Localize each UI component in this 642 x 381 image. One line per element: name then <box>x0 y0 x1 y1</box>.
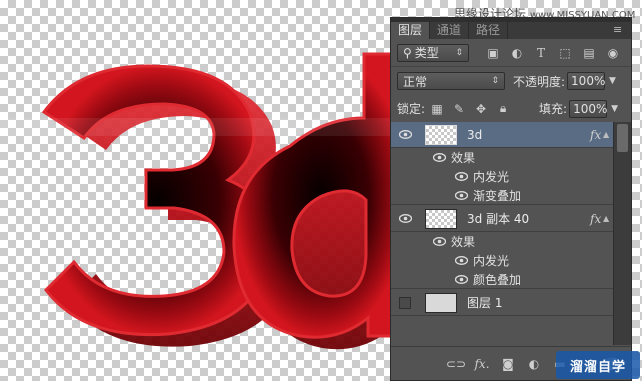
effects-group-row[interactable]: 效果 <box>391 232 613 251</box>
glyph-d-face <box>232 52 410 339</box>
lock-transparency-icon[interactable]: ▦ <box>429 101 445 117</box>
lock-position-icon[interactable]: ✥ <box>473 101 489 117</box>
filter-adjustment-icon[interactable]: ◐ <box>507 44 527 62</box>
chevron-down-icon[interactable]: ▼ <box>609 76 616 86</box>
panel-menu-icon[interactable]: ≡ <box>613 24 625 36</box>
chevron-down-icon[interactable]: ▲ <box>603 130 609 139</box>
filter-kind-dropdown[interactable]: ⚲ 类型 ⇕ <box>397 43 469 62</box>
lock-all-icon[interactable]: 🔒︎ <box>495 101 511 117</box>
visibility-eye-icon[interactable] <box>454 254 468 268</box>
filter-kind-label: 类型 <box>414 46 439 60</box>
filter-pixel-icon[interactable]: ▣ <box>483 44 503 62</box>
filter-shape-icon[interactable]: ⬚ <box>555 44 575 62</box>
lock-image-pixels-icon[interactable]: ✎ <box>451 101 467 117</box>
watermark-badge: 溜溜自学 <box>556 351 640 379</box>
layer-name[interactable]: 3d 副本 40 <box>467 210 529 227</box>
layer-row-layer-1[interactable]: 图层 1 <box>391 290 613 316</box>
effects-group-row[interactable]: 效果 <box>391 148 613 167</box>
layer-filter-row: ⚲ 类型 ⇕ ▣ ◐ T ⬚ ▤ ◉ <box>391 39 631 67</box>
search-icon: ⚲ <box>403 45 412 60</box>
visibility-eye-icon[interactable] <box>454 170 468 184</box>
effect-label: 颜色叠加 <box>473 272 522 287</box>
effects-label: 效果 <box>451 151 476 165</box>
effect-label: 内发光 <box>473 170 510 184</box>
effect-label: 内发光 <box>473 254 510 268</box>
effect-row-gradient-overlay[interactable]: 渐变叠加 <box>391 186 613 205</box>
tab-channels[interactable]: 通道 <box>430 22 470 39</box>
effect-row-inner-glow[interactable]: 内发光 <box>391 167 613 186</box>
fill-value: 100% <box>573 101 608 116</box>
visibility-eye-icon[interactable] <box>454 188 468 202</box>
layer-thumbnail[interactable] <box>425 292 457 313</box>
effect-row-inner-glow[interactable]: 内发光 <box>391 251 613 270</box>
opacity-label: 不透明度: <box>513 74 566 89</box>
tab-layers[interactable]: 图层 <box>391 22 431 39</box>
lock-label: 锁定: <box>397 102 426 116</box>
chevron-down-icon[interactable]: ▼ <box>611 104 618 114</box>
filter-smart-object-icon[interactable]: ▤ <box>579 44 599 62</box>
layers-scrollbar[interactable] <box>613 122 631 345</box>
filter-toggle-icon[interactable]: ◉ <box>603 44 623 62</box>
fx-icon[interactable]: fx <box>590 128 601 142</box>
blend-mode-dropdown[interactable]: 正常 ⇕ <box>397 72 505 90</box>
layer-name[interactable]: 图层 1 <box>467 294 502 311</box>
effect-label: 渐变叠加 <box>473 188 522 203</box>
blend-mode-value: 正常 <box>403 74 428 89</box>
opacity-value: 100% <box>571 74 606 88</box>
fill-input[interactable]: 100% <box>569 99 608 118</box>
layers-list: 3d fx ▲ 效果 内发光 渐变叠加 3d 副本 40 fx ▲ 效果 内发光… <box>391 122 613 345</box>
visibility-eye-icon[interactable] <box>432 235 446 249</box>
tab-paths[interactable]: 路径 <box>469 22 509 39</box>
layer-thumbnail[interactable] <box>425 208 457 229</box>
layer-thumbnail[interactable] <box>425 124 457 145</box>
blend-opacity-row: 正常 ⇕ 不透明度: 100% ▼ <box>391 67 631 95</box>
layer-row-3d[interactable]: 3d fx ▲ <box>391 122 613 148</box>
mask-icon[interactable]: ◙ <box>501 357 515 371</box>
adjustment-icon[interactable]: ◐ <box>527 357 541 371</box>
visibility-eye-icon[interactable] <box>398 128 412 142</box>
layer-row-3d-copy-40[interactable]: 3d 副本 40 fx ▲ <box>391 206 613 232</box>
layer-name[interactable]: 3d <box>467 128 482 142</box>
fill-label: 填充: <box>539 102 568 116</box>
filter-type-icon[interactable]: T <box>531 44 551 62</box>
chevron-updown-icon: ⇕ <box>491 76 499 86</box>
link-icon[interactable]: ⊂⊃ <box>446 357 466 371</box>
visibility-eye-icon[interactable] <box>454 272 468 286</box>
opacity-input[interactable]: 100% <box>567 72 605 90</box>
chevron-down-icon[interactable]: ▲ <box>603 214 609 223</box>
panel-tab-bar: 图层 通道 路径 ≡ <box>391 22 631 39</box>
visibility-eye-icon[interactable] <box>398 212 412 226</box>
layers-panel: 图层 通道 路径 ≡ ⚲ 类型 ⇕ ▣ ◐ T ⬚ ▤ ◉ 正常 ⇕ 不透明度:… <box>390 17 632 381</box>
chevron-updown-icon: ⇕ <box>455 47 463 58</box>
fx-icon[interactable]: fx <box>590 212 601 226</box>
effects-label: 效果 <box>451 235 476 249</box>
visibility-eye-icon[interactable] <box>432 151 446 165</box>
effect-row-color-overlay[interactable]: 颜色叠加 <box>391 270 613 289</box>
lock-fill-row: 锁定: ▦ ✎ ✥ 🔒︎ 填充: 100% ▼ <box>391 95 631 123</box>
visibility-toggle-box[interactable] <box>399 296 411 309</box>
fx-icon[interactable]: fx. <box>474 357 489 371</box>
scrollbar-thumb[interactable] <box>617 124 628 152</box>
